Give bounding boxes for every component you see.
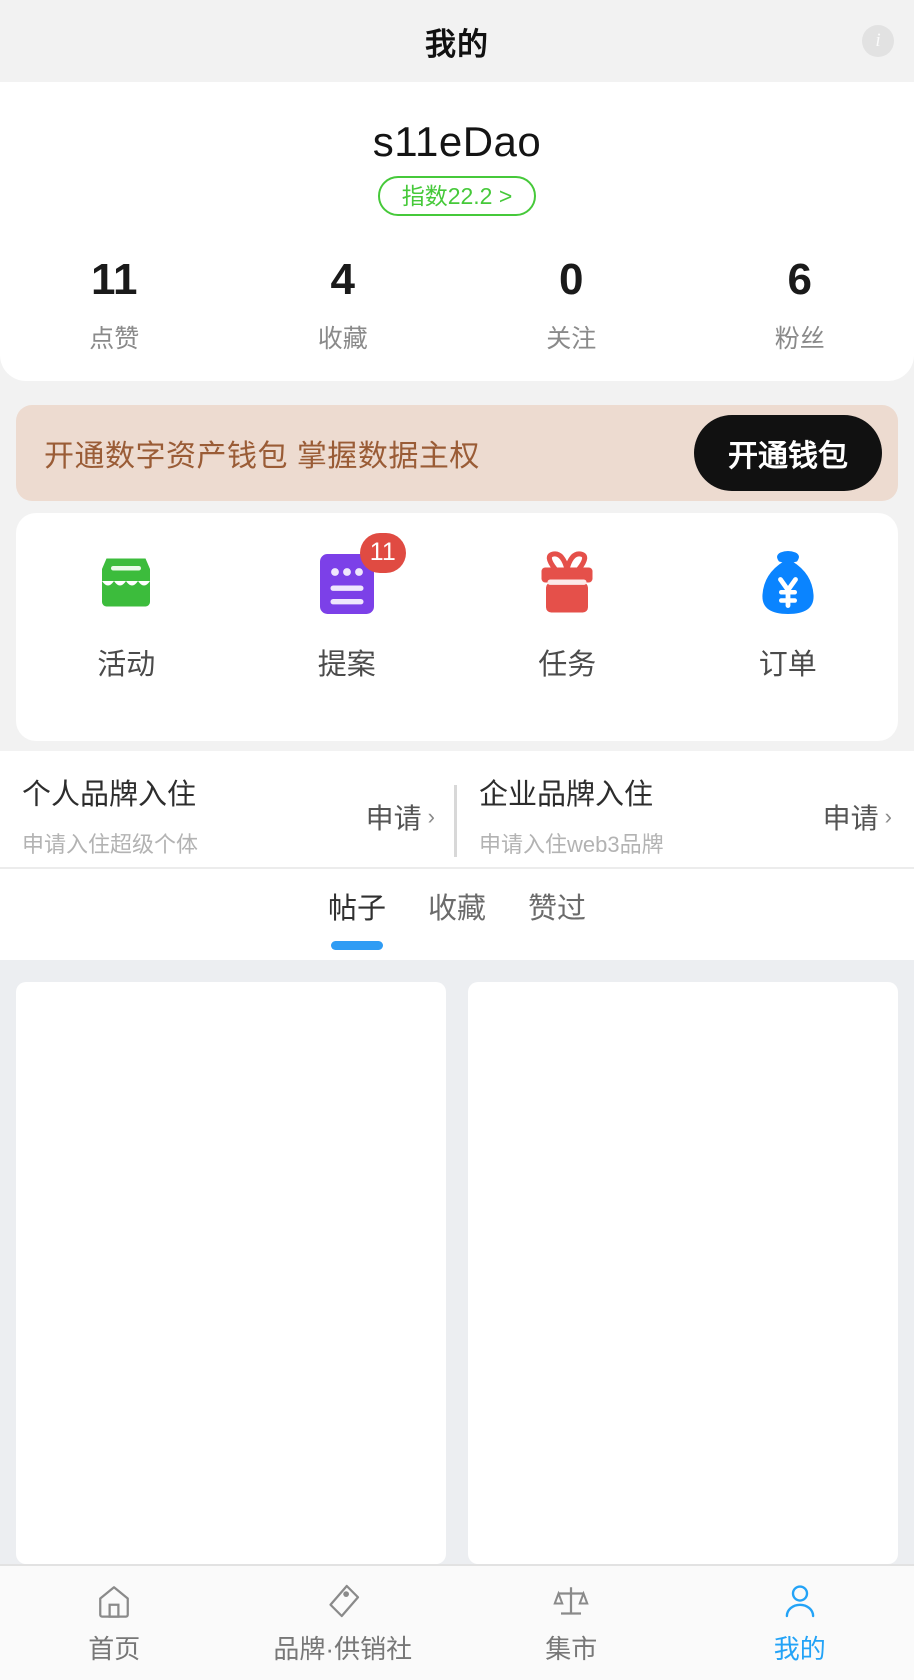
open-wallet-button[interactable]: 开通钱包 [694, 414, 882, 491]
profile-card: s11eDao 指数22.2 > 11 点赞 4 收藏 0 关注 6 粉丝 [0, 82, 914, 381]
nav-item-brand[interactable]: 品牌·供销社 [229, 1566, 458, 1680]
stat-value: 0 [559, 255, 584, 305]
tab-liked[interactable]: 赞过 [528, 885, 586, 950]
chevron-right-icon: › [427, 803, 435, 829]
stat-label: 粉丝 [774, 324, 825, 353]
stat-followers[interactable]: 6 粉丝 [686, 256, 914, 354]
quick-entry-label: 任务 [538, 648, 597, 681]
stat-label: 点赞 [89, 324, 140, 353]
proposal-badge: 11 [359, 532, 406, 573]
app-screen: 我的 i s11eDao 指数22.2 > 11 点赞 4 收藏 0 关注 6 … [0, 0, 914, 1680]
tab-label: 帖子 [327, 892, 386, 925]
brand-entries: 个人品牌入住 申请入住超级个体 申请 › 企业品牌入住 申请入住web3品牌 申… [0, 750, 914, 867]
apply-link[interactable]: 申请 › [823, 797, 892, 837]
username: s11eDao [372, 118, 542, 165]
document-icon: 11 [310, 532, 406, 621]
tab-underline [531, 941, 583, 950]
page-header: 我的 i [0, 0, 914, 82]
content-tabs: 帖子 收藏 赞过 [0, 866, 914, 960]
brand-entry-personal[interactable]: 个人品牌入住 申请入住超级个体 申请 › [0, 771, 457, 859]
apply-link[interactable]: 申请 › [366, 797, 435, 837]
info-icon[interactable]: i [862, 25, 894, 57]
tag-icon [323, 1581, 363, 1621]
content-grid [0, 959, 914, 1564]
wallet-banner-text: 开通数字资产钱包 掌握数据主权 [44, 439, 480, 473]
stats-row: 11 点赞 4 收藏 0 关注 6 粉丝 [0, 256, 914, 354]
stat-following[interactable]: 0 关注 [457, 256, 686, 354]
stat-label: 收藏 [317, 324, 368, 353]
scroll-body: s11eDao 指数22.2 > 11 点赞 4 收藏 0 关注 6 粉丝 开通… [0, 82, 914, 1564]
quick-entry-label: 提案 [317, 648, 376, 681]
index-badge-wrap: 指数22.2 > [0, 176, 914, 217]
nav-item-market[interactable]: 集市 [457, 1566, 686, 1680]
quick-entry-activity[interactable]: 活动 [16, 547, 237, 683]
index-badge[interactable]: 指数22.2 > [377, 176, 537, 217]
quick-entries: 活动 11 提案 任务 订单 [16, 512, 899, 741]
brand-entry-title: 企业品牌入住 [479, 778, 654, 811]
bottom-navigation: 首页 品牌·供销社 集市 我的 [0, 1564, 914, 1680]
stat-likes[interactable]: 11 点赞 [0, 256, 229, 354]
nav-item-profile[interactable]: 我的 [686, 1566, 914, 1680]
nav-label: 首页 [88, 1633, 141, 1664]
brand-entry-title: 个人品牌入住 [22, 778, 197, 811]
quick-entry-task[interactable]: 任务 [457, 547, 678, 683]
content-card[interactable] [468, 981, 898, 1564]
stat-label: 关注 [546, 324, 597, 353]
apply-label: 申请 [822, 802, 879, 834]
brand-entry-subtitle: 申请入住超级个体 [22, 831, 199, 857]
money-bag-icon [751, 547, 825, 621]
tab-underline [431, 941, 483, 950]
home-icon [94, 1581, 134, 1621]
apply-label: 申请 [365, 802, 422, 834]
store-icon [89, 547, 163, 621]
nav-label: 集市 [545, 1633, 598, 1664]
tab-underline [330, 940, 383, 950]
nav-item-home[interactable]: 首页 [0, 1566, 229, 1680]
nav-label: 我的 [773, 1633, 826, 1664]
gift-icon [530, 547, 604, 621]
stat-value: 4 [330, 255, 355, 305]
stat-value: 11 [90, 255, 138, 305]
tab-favorites[interactable]: 收藏 [428, 885, 486, 950]
scales-icon [551, 1581, 591, 1621]
brand-entry-text: 企业品牌入住 申请入住web3品牌 [479, 771, 664, 859]
tab-label: 赞过 [528, 892, 587, 925]
quick-entry-proposal[interactable]: 11 提案 [237, 532, 458, 683]
page-title: 我的 [425, 26, 489, 62]
brand-entry-subtitle: 申请入住web3品牌 [479, 831, 664, 857]
brand-entry-enterprise[interactable]: 企业品牌入住 申请入住web3品牌 申请 › [457, 771, 914, 859]
quick-entry-label: 活动 [97, 648, 156, 681]
stat-value: 6 [787, 255, 812, 305]
person-icon [780, 1581, 820, 1621]
quick-entry-order[interactable]: 订单 [678, 547, 899, 683]
wallet-banner[interactable]: 开通数字资产钱包 掌握数据主权 开通钱包 [16, 404, 898, 501]
quick-entry-label: 订单 [758, 648, 817, 681]
stat-favorites[interactable]: 4 收藏 [229, 256, 458, 354]
nav-label: 品牌·供销社 [273, 1633, 413, 1664]
brand-entry-text: 个人品牌入住 申请入住超级个体 [22, 771, 198, 859]
content-card[interactable] [16, 981, 446, 1564]
tab-posts[interactable]: 帖子 [328, 885, 386, 950]
chevron-right-icon: › [884, 803, 892, 829]
tab-label: 收藏 [427, 892, 486, 925]
